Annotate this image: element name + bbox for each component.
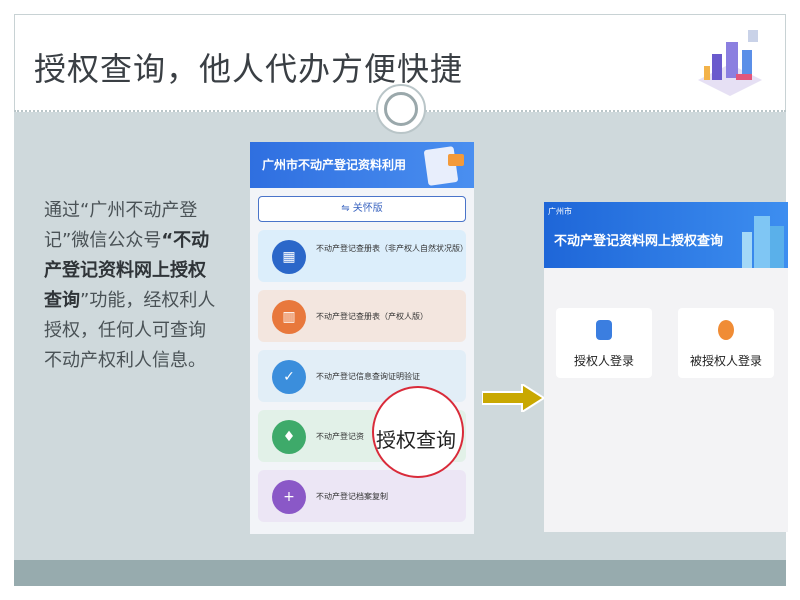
authorizer-login-label: 授权人登录 xyxy=(573,354,634,368)
phone2-title: 不动产登记资料网上授权查询 xyxy=(554,234,724,249)
menu-item-label: 不动产登记查册表（非产权人自然状况版） xyxy=(316,244,468,253)
divider-ornament-inner xyxy=(384,92,418,126)
building-icon: ▥ xyxy=(272,300,306,334)
menu-item-register-non-owner[interactable]: ▦ 不动产登记查册表（非产权人自然状况版） xyxy=(258,230,468,282)
phone-screenshot-menu: 广州市不动产登记资料利用 ⇋ 关怀版 ▦ 不动产登记查册表（非产权人自然状况版）… xyxy=(250,142,474,534)
authorize-icon: ♦ xyxy=(272,420,306,454)
description-text: 通过“广州不动产登记”微信公众号“不动产登记资料网上授权查询”功能，经权利人授权… xyxy=(44,196,222,376)
authorized-person-icon xyxy=(718,320,734,340)
menu-item-archive-copy[interactable]: + 不动产登记档案复制 xyxy=(258,470,466,522)
city-illustration-icon xyxy=(698,30,762,96)
authorized-person-login-label: 被授权人登录 xyxy=(689,354,762,368)
building-graphic-icon xyxy=(754,216,770,268)
menu-item-register-owner[interactable]: ▥ 不动产登记查册表（产权人版） xyxy=(258,290,466,342)
care-mode-button[interactable]: ⇋ 关怀版 xyxy=(258,196,466,222)
phone-screenshot-login: 广州市 不动产登记资料网上授权查询 授权人登录 被授权人登录 xyxy=(544,202,788,532)
magnify-callout: 授权查询 xyxy=(372,386,464,478)
authorizer-icon xyxy=(596,320,612,340)
arrow-right-icon xyxy=(482,384,544,412)
menu-item-label: 不动产登记档案复制 xyxy=(316,492,388,501)
phone2-header: 广州市 不动产登记资料网上授权查询 xyxy=(544,202,788,268)
building-graphic-icon xyxy=(770,226,784,268)
phone1-header: 广州市不动产登记资料利用 xyxy=(250,142,474,188)
building-graphic-icon xyxy=(742,232,752,268)
ticket-icon xyxy=(448,154,464,166)
phone2-city: 广州市 xyxy=(548,207,572,216)
phone1-header-title: 广州市不动产登记资料利用 xyxy=(262,158,407,172)
footer-band xyxy=(14,560,786,586)
authorized-person-login-button[interactable]: 被授权人登录 xyxy=(678,308,774,378)
building-doc-icon: ▦ xyxy=(272,240,306,274)
magnify-callout-text: 授权查询 xyxy=(376,428,456,452)
slide: 授权查询，他人代办方便快捷 通过“广州不动产登记”微信公众号“不动产登记资料网上… xyxy=(0,0,800,600)
document-icon xyxy=(423,146,459,186)
copy-plus-icon: + xyxy=(272,480,306,514)
menu-item-label: 不动产登记信息查询证明验证 xyxy=(316,372,420,381)
shield-check-icon: ✓ xyxy=(272,360,306,394)
authorizer-login-button[interactable]: 授权人登录 xyxy=(556,308,652,378)
menu-item-label: 不动产登记查册表（产权人版） xyxy=(316,312,428,321)
